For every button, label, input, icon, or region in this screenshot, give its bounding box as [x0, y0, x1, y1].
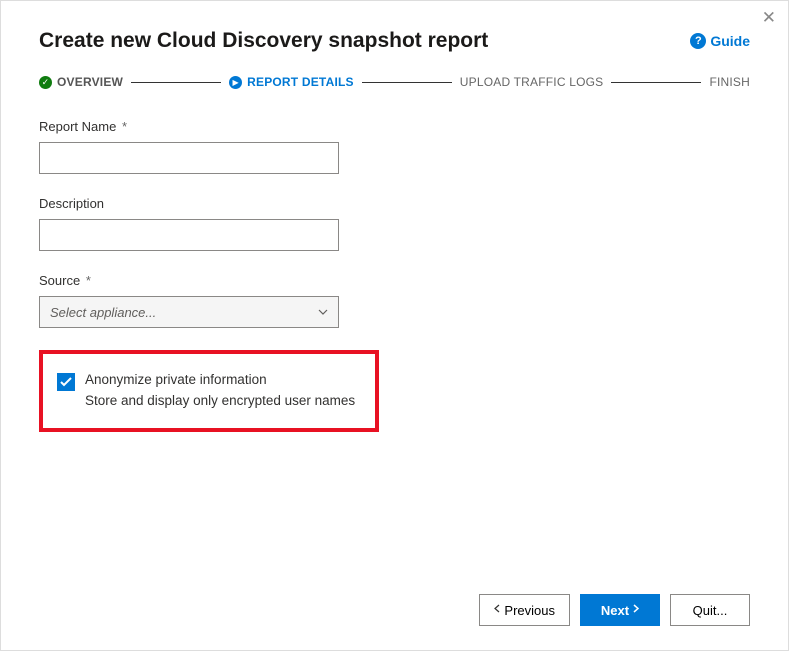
next-button[interactable]: Next: [580, 594, 660, 626]
wizard-stepper: ✓ OVERVIEW ▶ REPORT DETAILS UPLOAD TRAFF…: [39, 75, 750, 89]
previous-button[interactable]: Previous: [479, 594, 570, 626]
field-report-name: Report Name *: [39, 119, 750, 174]
field-description: Description: [39, 196, 750, 251]
required-mark: *: [86, 273, 91, 288]
step-connector: [362, 82, 452, 83]
dialog-footer: Previous Next Quit...: [479, 594, 750, 626]
field-source: Source * Select appliance...: [39, 273, 750, 328]
step-label: UPLOAD TRAFFIC LOGS: [460, 75, 604, 89]
button-label: Previous: [504, 603, 555, 618]
step-upload-logs[interactable]: UPLOAD TRAFFIC LOGS: [460, 75, 604, 89]
field-label: Source *: [39, 273, 750, 288]
checkmark-icon: [60, 377, 72, 387]
page-title: Create new Cloud Discovery snapshot repo…: [39, 29, 488, 53]
button-label: Next: [601, 603, 629, 618]
anonymize-label: Anonymize private information: [85, 372, 355, 387]
step-label: REPORT DETAILS: [247, 75, 354, 89]
chevron-right-icon: [633, 604, 639, 616]
step-overview[interactable]: ✓ OVERVIEW: [39, 75, 123, 89]
chevron-left-icon: [494, 604, 500, 616]
anonymize-checkbox-row: Anonymize private information Store and …: [57, 372, 361, 408]
field-label: Report Name *: [39, 119, 750, 134]
guide-link-label: Guide: [710, 33, 750, 49]
anonymize-sublabel: Store and display only encrypted user na…: [85, 393, 355, 408]
dialog-create-snapshot-report: ✕ Create new Cloud Discovery snapshot re…: [0, 0, 789, 651]
help-icon: ?: [690, 33, 706, 49]
source-select[interactable]: Select appliance...: [39, 296, 339, 328]
field-label: Description: [39, 196, 750, 211]
select-placeholder: Select appliance...: [50, 305, 156, 320]
guide-link[interactable]: ? Guide: [690, 33, 750, 49]
step-connector: [611, 82, 701, 83]
report-name-input[interactable]: [39, 142, 339, 174]
close-icon[interactable]: ✕: [762, 9, 776, 26]
play-icon: ▶: [229, 76, 242, 89]
step-connector: [131, 82, 221, 83]
step-label: OVERVIEW: [57, 75, 123, 89]
quit-button[interactable]: Quit...: [670, 594, 750, 626]
step-finish[interactable]: FINISH: [709, 75, 750, 89]
check-icon: ✓: [39, 76, 52, 89]
step-report-details[interactable]: ▶ REPORT DETAILS: [229, 75, 354, 89]
dialog-header: Create new Cloud Discovery snapshot repo…: [39, 29, 750, 53]
anonymize-text: Anonymize private information Store and …: [85, 372, 355, 408]
description-input[interactable]: [39, 219, 339, 251]
button-label: Quit...: [693, 603, 728, 618]
anonymize-highlight: Anonymize private information Store and …: [39, 350, 379, 432]
required-mark: *: [122, 119, 127, 134]
anonymize-checkbox[interactable]: [57, 373, 75, 391]
step-label: FINISH: [709, 75, 750, 89]
chevron-down-icon: [318, 307, 328, 318]
